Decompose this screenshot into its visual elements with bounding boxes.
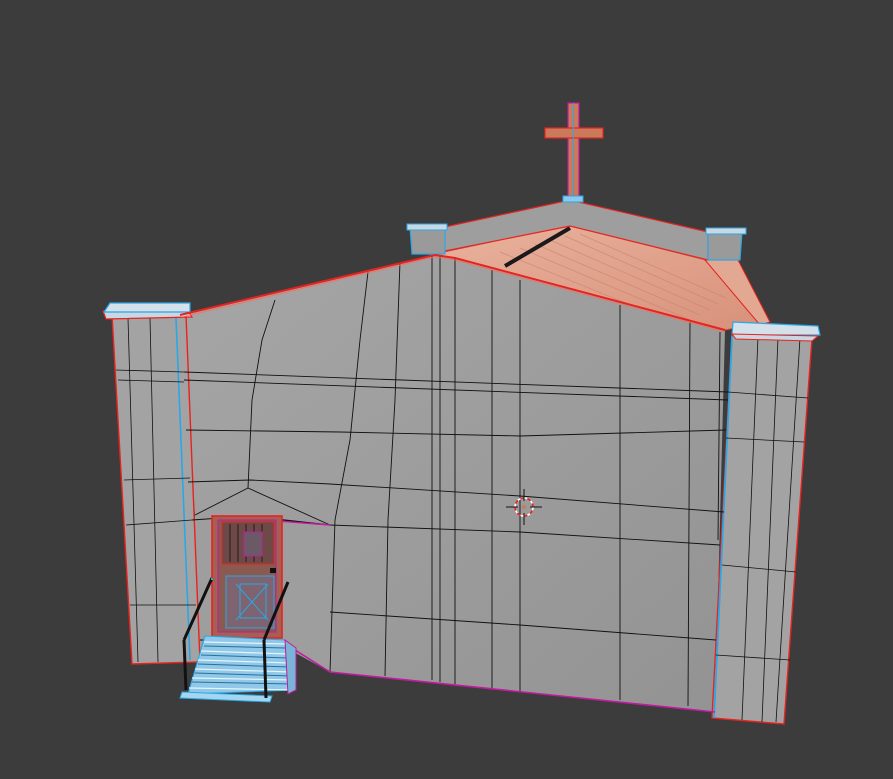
3d-viewport[interactable] [0, 0, 893, 779]
back-right-pillar-cap[interactable] [705, 227, 747, 261]
viewport-canvas[interactable] [0, 0, 893, 779]
door-handle [270, 568, 276, 573]
right-pillar[interactable] [711, 321, 821, 725]
left-pillar[interactable] [102, 302, 201, 665]
cross[interactable] [544, 102, 604, 203]
back-left-pillar-cap[interactable] [406, 223, 448, 255]
